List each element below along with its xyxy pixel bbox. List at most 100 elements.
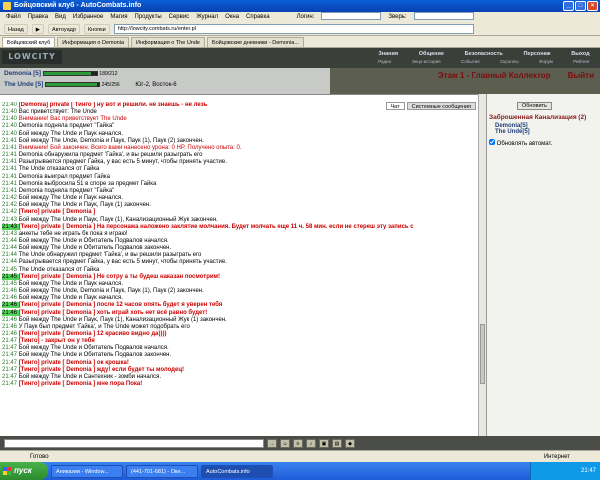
- nav-security[interactable]: Безопасность: [465, 51, 503, 59]
- chat-timestamp[interactable]: 21:42: [2, 209, 19, 215]
- chat-message: Бой между The Unde и Обитатель Подвалов …: [18, 237, 169, 244]
- menu-view[interactable]: Вид: [55, 12, 66, 22]
- location-name: Заброшенная Канализация: [489, 114, 577, 121]
- tab-diaries[interactable]: Бойцовские дневники - Demonia...: [206, 37, 304, 47]
- chat-message: Бой между The Unde и Сантехник - зомби н…: [18, 373, 162, 380]
- menu-file[interactable]: Файл: [6, 12, 21, 22]
- chat-timestamp[interactable]: 21:46: [2, 324, 19, 330]
- nav-knowledge[interactable]: Знания: [378, 51, 398, 59]
- chat-timestamp[interactable]: 21:47: [2, 374, 19, 380]
- chat-timestamp[interactable]: 21:41: [2, 145, 19, 151]
- chat-timestamp[interactable]: 21:45: [2, 273, 19, 280]
- subnav-events[interactable]: События: [461, 59, 480, 66]
- chat-timestamp[interactable]: 21:47: [2, 338, 19, 344]
- buttons-button[interactable]: Кнопки: [83, 23, 110, 34]
- chat-timestamp[interactable]: 21:46: [2, 331, 19, 337]
- chat-timestamp[interactable]: 21:47: [2, 360, 19, 366]
- filter-icon[interactable]: ≡: [293, 438, 303, 448]
- chat-timestamp[interactable]: 21:47: [2, 367, 19, 373]
- chat-timestamp[interactable]: 21:40: [2, 102, 19, 108]
- tab-info-the-unde[interactable]: Информация о The Unde: [131, 37, 205, 47]
- subnav-forum[interactable]: Форум: [539, 59, 553, 66]
- chat-scrollbar[interactable]: [478, 94, 486, 436]
- chat-timestamp[interactable]: 21:46: [2, 288, 19, 294]
- subnav-history[interactable]: Энцо-история: [412, 59, 441, 66]
- app-icon: [3, 2, 11, 10]
- chat-timestamp[interactable]: 21:42: [2, 202, 19, 208]
- auto-refresh-checkbox[interactable]: [489, 139, 495, 145]
- chat-input[interactable]: [4, 438, 264, 448]
- chat-timestamp[interactable]: 21:44: [2, 245, 19, 251]
- menu-journal[interactable]: Журнал: [196, 12, 218, 22]
- chat-timestamp[interactable]: 21:41: [2, 159, 19, 165]
- address-bar[interactable]: http://lowcity.combats.ru/enter.pl: [113, 23, 474, 34]
- chat-timestamp[interactable]: 21:46: [2, 302, 19, 309]
- chat-timestamp[interactable]: 21:40: [2, 116, 19, 122]
- nav-chat[interactable]: Общение: [419, 51, 444, 59]
- task-1[interactable]: Аниказии - Window...: [51, 464, 123, 478]
- task-3[interactable]: AutoCombats.info: [201, 464, 273, 478]
- chat-timestamp[interactable]: 21:41: [2, 166, 19, 172]
- chat-message: Бой между The Unde и Обитатель Подвалов …: [18, 352, 172, 359]
- chat-timestamp[interactable]: 21:47: [2, 352, 19, 358]
- scroll-thumb[interactable]: [480, 324, 485, 384]
- back-button[interactable]: Назад: [4, 23, 28, 34]
- menu-products[interactable]: Продукты: [135, 12, 162, 22]
- forward-button[interactable]: ▶: [31, 23, 44, 34]
- chat-timestamp[interactable]: 21:46: [2, 317, 19, 323]
- chat-timestamp[interactable]: 21:45: [2, 281, 19, 287]
- menu-magic[interactable]: Магия: [110, 12, 127, 22]
- player-1-name[interactable]: Demonia: [4, 70, 31, 77]
- beast-field[interactable]: [413, 12, 474, 20]
- exit-link[interactable]: Выйти: [568, 71, 594, 80]
- minimize-button[interactable]: _: [563, 1, 574, 11]
- subnav-scrolls[interactable]: Скроллы: [500, 59, 519, 66]
- chat-timestamp[interactable]: 21:40: [2, 109, 19, 115]
- chat-timestamp[interactable]: 21:46: [2, 309, 19, 316]
- send-button[interactable]: →: [267, 438, 277, 448]
- chat-timestamp[interactable]: 21:41: [2, 181, 19, 187]
- chat-timestamp[interactable]: 21:44: [2, 252, 19, 258]
- chat-timestamp[interactable]: 21:40: [2, 123, 19, 129]
- menu-edit[interactable]: Правка: [28, 12, 48, 22]
- autofill-button[interactable]: Автоуадр: [48, 23, 80, 34]
- maximize-button[interactable]: □: [575, 1, 586, 11]
- menu-help[interactable]: Справка: [246, 12, 270, 22]
- inventory-icon[interactable]: ▣: [319, 438, 329, 448]
- subnav-radio[interactable]: Радио: [378, 59, 391, 66]
- chat-timestamp[interactable]: 21:40: [2, 131, 19, 137]
- chat-timestamp[interactable]: 21:45: [2, 267, 19, 273]
- chat-timestamp[interactable]: 21:47: [2, 381, 19, 387]
- chat-timestamp[interactable]: 21:44: [2, 259, 19, 265]
- nav-character[interactable]: Персонаж: [523, 51, 550, 59]
- sound-icon[interactable]: ♪: [306, 438, 316, 448]
- chat-message: Demonia подняла предмет "Гайка": [18, 187, 115, 194]
- tab-fight-club[interactable]: Бойцовский клуб: [2, 37, 56, 47]
- chat-timestamp[interactable]: 21:41: [2, 138, 19, 144]
- chat-timestamp[interactable]: 21:41: [2, 174, 19, 180]
- chat-timestamp[interactable]: 21:41: [2, 152, 19, 158]
- tab-info-demonia[interactable]: Информация о Demonia: [57, 37, 130, 47]
- chat-timestamp[interactable]: 21:43: [2, 231, 19, 237]
- refresh-button[interactable]: Обновить: [517, 102, 552, 110]
- player-2-name[interactable]: The Unde: [4, 81, 34, 88]
- chat-timestamp[interactable]: 21:47: [2, 345, 19, 351]
- subnav-rating[interactable]: Рейтинг: [573, 59, 590, 66]
- chat-timestamp[interactable]: 21:41: [2, 188, 19, 194]
- clan-icon[interactable]: ◆: [345, 438, 355, 448]
- chat-timestamp[interactable]: 21:43: [2, 217, 19, 223]
- chat-timestamp[interactable]: 21:46: [2, 295, 19, 301]
- start-button[interactable]: пуск: [0, 462, 48, 480]
- smiley-icon[interactable]: ☺: [280, 438, 290, 448]
- close-button[interactable]: ×: [587, 1, 598, 11]
- chat-timestamp[interactable]: 21:43: [2, 223, 19, 230]
- task-2[interactable]: (441-701-681) - Окн...: [126, 464, 198, 478]
- login-field[interactable]: [321, 12, 382, 20]
- map-icon[interactable]: ▤: [332, 438, 342, 448]
- chat-timestamp[interactable]: 21:42: [2, 195, 19, 201]
- menu-windows[interactable]: Окна: [225, 12, 239, 22]
- menu-favorites[interactable]: Избранное: [73, 12, 103, 22]
- menu-tools[interactable]: Сервис: [169, 12, 190, 22]
- nav-exit[interactable]: Выход: [571, 51, 589, 59]
- chat-timestamp[interactable]: 21:44: [2, 238, 19, 244]
